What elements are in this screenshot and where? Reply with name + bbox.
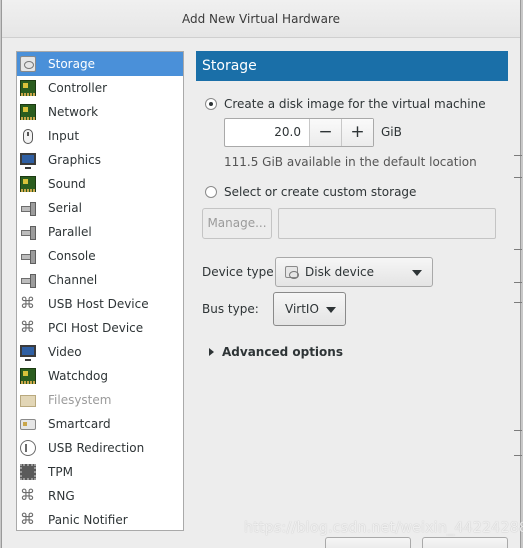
disk-size-spinner[interactable]: 20.0 − + <box>224 118 374 147</box>
create-disk-radio[interactable] <box>205 98 217 110</box>
hardware-item-label: Smartcard <box>48 417 111 431</box>
hardware-item-network[interactable]: Network <box>17 100 183 124</box>
increase-size-button[interactable]: + <box>341 119 373 146</box>
hardware-item-label: Input <box>48 129 80 143</box>
disk-device-icon <box>285 266 299 279</box>
mouse-icon <box>23 128 33 144</box>
device-type-combo[interactable]: Disk device <box>275 257 433 287</box>
add-hardware-dialog: Add New Virtual Hardware Storage Controll… <box>1 0 521 548</box>
hardware-item-label: Filesystem <box>48 393 112 407</box>
device-type-value: Disk device <box>305 265 375 279</box>
hardware-item-label: Serial <box>48 201 82 215</box>
sound-icon <box>20 176 36 192</box>
section-header: Storage <box>196 51 508 81</box>
parallel-icon <box>20 224 36 240</box>
hardware-item-input[interactable]: Input <box>17 124 183 148</box>
hardware-item-video[interactable]: Video <box>17 340 183 364</box>
hardware-item-label: Graphics <box>48 153 101 167</box>
hardware-item-label: PCI Host Device <box>48 321 144 335</box>
hardware-item-controller[interactable]: Controller <box>17 76 183 100</box>
hardware-item-tpm[interactable]: TPM <box>17 460 183 484</box>
hardware-item-label: Console <box>48 249 96 263</box>
available-space-text: 111.5 GiB available in the default locat… <box>224 155 477 169</box>
watermark-text: https://blog.csdn.net/weixin_44224288 <box>244 520 523 536</box>
hardware-item-label: USB Host Device <box>48 297 149 311</box>
smartcard-icon <box>20 418 36 430</box>
chevron-down-icon <box>326 307 336 313</box>
bus-type-combo[interactable]: VirtIO <box>273 292 346 326</box>
create-disk-label[interactable]: Create a disk image for the virtual mach… <box>224 97 486 111</box>
graphics-icon <box>20 152 36 169</box>
background-window-edge <box>514 177 522 178</box>
hardware-item-watchdog[interactable]: Watchdog <box>17 364 183 388</box>
custom-storage-path-input[interactable] <box>278 208 496 239</box>
hardware-type-list[interactable]: Storage Controller Network Input Graphics Sou… <box>16 51 184 531</box>
panic-icon <box>20 510 36 528</box>
hardware-item-label: Parallel <box>48 225 92 239</box>
device-type-label: Device type: <box>202 265 278 279</box>
controller-icon <box>20 80 36 96</box>
background-window-edge <box>514 249 522 250</box>
usb-icon <box>20 294 36 312</box>
manage-button[interactable]: Manage... <box>202 208 272 239</box>
console-icon <box>20 248 36 264</box>
hardware-item-channel[interactable]: Channel <box>17 268 183 292</box>
cancel-button[interactable] <box>325 537 411 548</box>
hardware-item-label: Storage <box>48 57 95 71</box>
custom-storage-label[interactable]: Select or create custom storage <box>224 185 416 199</box>
folder-icon <box>20 395 36 407</box>
background-window-edge <box>514 302 522 303</box>
pci-icon <box>20 318 36 336</box>
finish-button[interactable] <box>422 537 508 548</box>
background-window-edge <box>514 430 522 431</box>
expander-arrow-icon[interactable] <box>209 348 214 356</box>
hardware-item-label: Channel <box>48 273 98 287</box>
hardware-item-usb-host-device[interactable]: USB Host Device <box>17 292 183 316</box>
hardware-item-storage[interactable]: Storage <box>17 52 183 76</box>
decrease-size-button[interactable]: − <box>309 119 341 146</box>
background-window-edge <box>514 455 522 456</box>
hardware-item-parallel[interactable]: Parallel <box>17 220 183 244</box>
dialog-title: Add New Virtual Hardware <box>2 0 520 38</box>
size-unit-label: GiB <box>381 125 402 139</box>
hardware-item-serial[interactable]: Serial <box>17 196 183 220</box>
chip-icon <box>20 464 36 480</box>
chevron-down-icon <box>412 270 422 276</box>
disk-size-value[interactable]: 20.0 <box>225 119 309 146</box>
hardware-item-label: Watchdog <box>48 369 108 383</box>
hardware-item-pci-host-device[interactable]: PCI Host Device <box>17 316 183 340</box>
hardware-item-panic-notifier[interactable]: Panic Notifier <box>17 508 183 532</box>
hardware-item-label: TPM <box>48 465 73 479</box>
bus-type-label: Bus type: <box>202 302 259 316</box>
video-icon <box>20 344 36 361</box>
hardware-item-graphics[interactable]: Graphics <box>17 148 183 172</box>
hardware-item-label: Network <box>48 105 99 119</box>
storage-icon <box>20 56 36 72</box>
serial-icon <box>20 200 36 216</box>
hardware-item-label: USB Redirection <box>48 441 145 455</box>
watchdog-icon <box>20 368 36 384</box>
hardware-item-label: Sound <box>48 177 86 191</box>
hardware-item-sound[interactable]: Sound <box>17 172 183 196</box>
hardware-item-smartcard[interactable]: Smartcard <box>17 412 183 436</box>
hardware-item-label: Video <box>48 345 82 359</box>
hardware-item-label: RNG <box>48 489 75 503</box>
channel-icon <box>20 272 36 288</box>
background-window-edge <box>514 282 522 283</box>
hardware-item-label: Controller <box>48 81 108 95</box>
hardware-item-label: Panic Notifier <box>48 513 128 527</box>
bus-type-value: VirtIO <box>285 302 319 316</box>
advanced-options-expander[interactable]: Advanced options <box>222 345 343 359</box>
hardware-item-rng[interactable]: RNG <box>17 484 183 508</box>
custom-storage-radio[interactable] <box>205 186 217 198</box>
hardware-item-filesystem[interactable]: Filesystem <box>17 388 183 412</box>
usb-redirection-icon <box>20 440 36 456</box>
rng-icon <box>20 486 36 504</box>
network-icon <box>20 104 36 120</box>
background-window-edge <box>514 155 522 156</box>
hardware-item-console[interactable]: Console <box>17 244 183 268</box>
hardware-item-usb-redirection[interactable]: USB Redirection <box>17 436 183 460</box>
